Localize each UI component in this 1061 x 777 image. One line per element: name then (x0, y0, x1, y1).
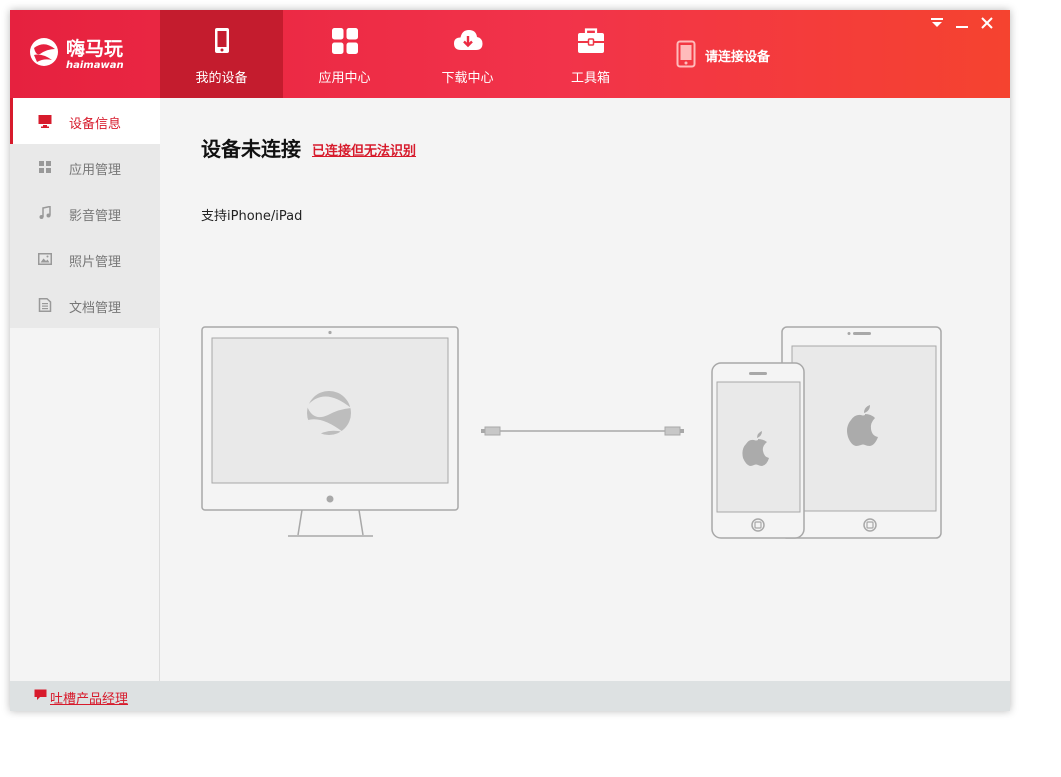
image-icon (38, 253, 52, 265)
grid-icon (332, 28, 358, 54)
nav-label: 下载中心 (441, 71, 494, 86)
sidebar-item-label: 应用管理 (69, 163, 122, 178)
usb-cable-illustration (481, 426, 684, 436)
sidebar-item-label: 照片管理 (69, 255, 122, 270)
sidebar: 设备信息 应用管理 影音管理 照片管理 文档管理 (10, 98, 160, 681)
main-content: 设备未连接 已连接但无法识别 支持iPhone/iPad (161, 98, 1010, 681)
nav-label: 我的设备 (195, 71, 248, 86)
sidebar-item-document-management[interactable]: 文档管理 (10, 282, 160, 328)
music-icon (39, 206, 51, 219)
feedback-link[interactable]: 吐槽产品经理 (50, 688, 128, 707)
nav-download-center[interactable]: 下载中心 (406, 10, 529, 98)
sidebar-item-label: 文档管理 (69, 301, 122, 316)
phone-icon (215, 28, 229, 53)
toolbox-icon (578, 28, 604, 53)
footer-bar: 吐槽产品经理 (10, 681, 1010, 711)
top-bar: 嗨马玩 haimawan 我的设备 应用中心 下载中心 工具箱 请连接设备 (10, 10, 1010, 98)
sidebar-item-media-management[interactable]: 影音管理 (10, 190, 160, 236)
close-icon[interactable] (978, 14, 996, 32)
logo-text: 嗨马玩 (66, 38, 124, 60)
nav-label: 工具箱 (570, 71, 610, 86)
document-icon (38, 298, 52, 312)
speech-bubble-icon (34, 689, 47, 700)
nav-label: 应用中心 (318, 71, 371, 86)
sidebar-item-photo-management[interactable]: 照片管理 (10, 236, 160, 282)
sidebar-item-app-management[interactable]: 应用管理 (10, 144, 160, 190)
nav-my-device[interactable]: 我的设备 (160, 10, 283, 98)
main-nav: 我的设备 应用中心 下载中心 工具箱 (160, 10, 652, 98)
haima-logo-icon (30, 38, 58, 66)
app-window: 嗨马玩 haimawan 我的设备 应用中心 下载中心 工具箱 请连接设备 设备… (10, 10, 1010, 711)
logo-subtext: haimawan (66, 60, 124, 71)
minimize-icon[interactable] (953, 14, 971, 32)
monitor-icon (38, 115, 52, 128)
sidebar-item-device-info[interactable]: 设备信息 (10, 98, 160, 144)
device-status-label: 请连接设备 (705, 50, 771, 65)
connection-illustration (201, 326, 942, 539)
nav-toolbox[interactable]: 工具箱 (529, 10, 652, 98)
sidebar-list: 设备信息 应用管理 影音管理 照片管理 文档管理 (10, 98, 160, 328)
app-logo: 嗨马玩 haimawan (28, 30, 138, 78)
phone-icon (676, 40, 696, 68)
sidebar-item-label: 设备信息 (69, 117, 122, 132)
cloud-download-icon (454, 30, 483, 50)
nav-app-center[interactable]: 应用中心 (283, 10, 406, 98)
sidebar-item-label: 影音管理 (69, 209, 122, 224)
menu-dropdown-icon[interactable] (928, 14, 946, 32)
grid-icon (39, 161, 51, 173)
